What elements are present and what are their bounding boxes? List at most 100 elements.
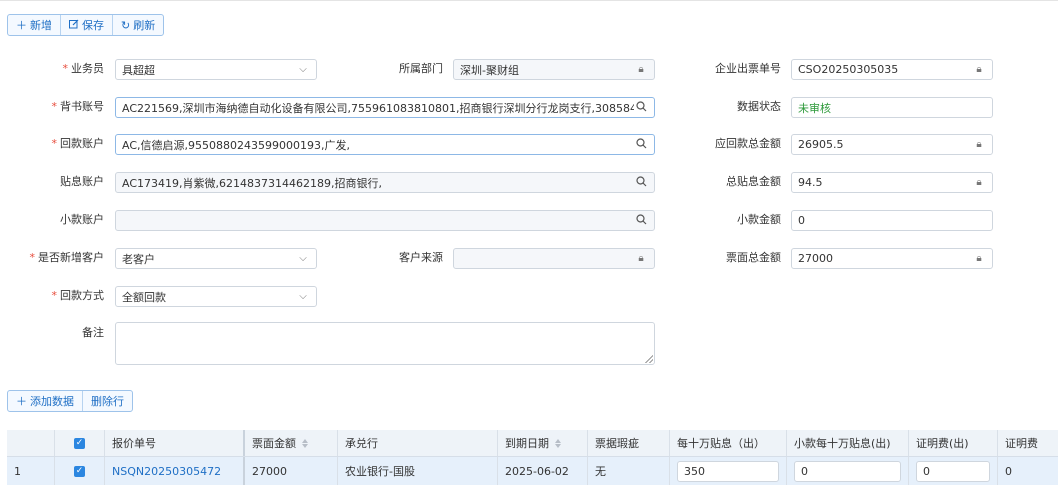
col-header-acceptor[interactable]: 承兑行 <box>338 430 498 456</box>
table-row[interactable]: 1 ✓ NSQN20250305472 27000 农业银行-国股 2025-0… <box>7 457 1058 485</box>
col-header-due-date[interactable]: 到期日期 <box>498 430 588 456</box>
receivable-total-label: 应回款总金额 <box>715 137 781 150</box>
remark-label: 备注 <box>82 326 104 339</box>
col-header-quote-no[interactable]: 报价单号 <box>105 430 245 456</box>
return-account-label: * 回款账户 <box>51 137 105 150</box>
new-customer-select[interactable]: 老客户 ⌵ <box>115 248 317 269</box>
total-discount-value: 94.5 <box>798 176 823 189</box>
customer-source-label: 客户来源 <box>399 251 443 264</box>
salesman-value: 具超超 <box>122 63 155 77</box>
remark-textarea[interactable] <box>115 322 655 365</box>
discount-account-label: 贴息账户 <box>60 175 104 188</box>
invoice-no-field: CSO20250305035 🔒︎ <box>791 59 993 80</box>
total-discount-field: 94.5 🔒︎ <box>791 172 993 193</box>
new-customer-value: 老客户 <box>122 252 155 266</box>
endorse-account-value: AC221569,深圳市海纳德自动化设备有限公司,755961083810801… <box>122 101 634 115</box>
add-data-button[interactable]: ＋ 添加数据 <box>8 391 83 411</box>
endorse-account-field[interactable]: AC221569,深圳市海纳德自动化设备有限公司,755961083810801… <box>115 97 655 118</box>
lock-icon: 🔒︎ <box>638 253 644 264</box>
add-button[interactable]: ＋ 新增 <box>8 15 61 35</box>
col-header-cert-fee-out[interactable]: 证明费(出) <box>909 430 998 456</box>
delete-row-button-label: 删除行 <box>91 395 124 408</box>
save-button-label: 保存 <box>82 19 104 32</box>
col-header-small-discount-per-100k[interactable]: 小款每十万贴息(出) <box>787 430 909 456</box>
plus-icon: ＋ <box>16 19 27 32</box>
total-discount-label: 总贴息金额 <box>726 175 781 188</box>
quote-grid: ✓ 报价单号 票面金额 承兑行 到期日期 票据瑕疵 每十万贴息（出） 小款每十万… <box>7 430 1058 485</box>
sort-icon[interactable] <box>555 438 561 448</box>
lock-icon: 🔒︎ <box>976 64 982 75</box>
discount-account-field[interactable]: AC173419,肖紫微,6214837314462189,招商银行, <box>115 172 655 193</box>
grid-toolbar: ＋ 添加数据 删除行 <box>7 390 133 412</box>
small-amount-value: 0 <box>798 214 805 227</box>
index-header <box>7 430 55 456</box>
small-account-field[interactable] <box>115 210 655 231</box>
row-checkbox[interactable]: ✓ <box>55 457 105 485</box>
return-account-field[interactable]: AC,信德启源,9550880243599000193,广发, <box>115 134 655 155</box>
due-date-cell: 2025-06-02 <box>498 457 588 485</box>
search-icon[interactable] <box>634 137 648 152</box>
discount-per-100k-cell: 350 <box>670 457 787 485</box>
sort-icon[interactable] <box>302 438 308 448</box>
refresh-icon: ↻ <box>121 18 131 32</box>
plus-icon: ＋ <box>16 395 27 408</box>
face-amount-cell: 27000 <box>245 457 338 485</box>
resize-handle-icon[interactable] <box>645 355 653 363</box>
endorse-account-label: * 背书账号 <box>51 100 105 113</box>
col-header-face-amount[interactable]: 票面金额 <box>245 430 338 456</box>
small-account-label: 小款账户 <box>60 213 104 226</box>
return-account-value: AC,信德启源,9550880243599000193,广发, <box>122 138 350 152</box>
face-total-value: 27000 <box>798 252 833 265</box>
row-index: 1 <box>7 457 55 485</box>
salesman-select[interactable]: 具超超 ⌵ <box>115 59 317 80</box>
search-icon[interactable] <box>634 100 648 115</box>
dept-value: 深圳-聚财组 <box>460 63 519 77</box>
new-customer-label: * 是否新增客户 <box>29 251 105 264</box>
lock-icon: 🔒︎ <box>976 139 982 150</box>
grid-header: ✓ 报价单号 票面金额 承兑行 到期日期 票据瑕疵 每十万贴息（出） 小款每十万… <box>7 430 1058 457</box>
invoice-no-label: 企业出票单号 <box>715 62 781 75</box>
small-amount-field[interactable]: 0 <box>791 210 993 231</box>
col-header-defect[interactable]: 票据瑕疵 <box>588 430 670 456</box>
face-total-field: 27000 🔒︎ <box>791 248 993 269</box>
discount-per-100k-input[interactable]: 350 <box>677 460 779 482</box>
select-all-checkbox[interactable]: ✓ <box>55 430 105 456</box>
lock-icon: 🔒︎ <box>976 177 982 188</box>
chevron-down-icon: ⌵ <box>299 291 307 302</box>
face-total-label: 票面总金额 <box>726 251 781 264</box>
dept-field: 深圳-聚财组 🔒︎ <box>453 59 655 80</box>
col-header-discount-per-100k[interactable]: 每十万贴息（出） <box>670 430 787 456</box>
data-status-value: 未审核 <box>798 101 831 115</box>
discount-account-value: AC173419,肖紫微,6214837314462189,招商银行, <box>122 176 382 190</box>
lock-icon: 🔒︎ <box>638 64 644 75</box>
search-icon[interactable] <box>634 213 648 228</box>
save-button[interactable]: 保存 <box>61 15 113 35</box>
cert-fee-out-input[interactable]: 0 <box>916 460 990 482</box>
dept-label: 所属部门 <box>399 62 443 75</box>
return-method-select[interactable]: 全额回款 ⌵ <box>115 286 317 307</box>
small-discount-per-100k-cell: 0 <box>787 457 909 485</box>
refresh-button[interactable]: ↻ 刷新 <box>113 15 163 35</box>
small-amount-label: 小款金额 <box>737 213 781 226</box>
top-divider <box>0 0 1058 1</box>
main-toolbar: ＋ 新增 保存 ↻ 刷新 <box>7 14 165 36</box>
col-header-cert-fee[interactable]: 证明费 <box>998 430 1058 456</box>
delete-row-button[interactable]: 删除行 <box>83 391 132 411</box>
customer-source-field: 🔒︎ <box>453 248 655 269</box>
receivable-total-value: 26905.5 <box>798 138 844 151</box>
check-icon: ✓ <box>74 437 85 449</box>
cert-fee-out-cell: 0 <box>909 457 998 485</box>
receivable-total-field: 26905.5 🔒︎ <box>791 134 993 155</box>
acceptor-cell: 农业银行-国股 <box>338 457 498 485</box>
add-data-button-label: 添加数据 <box>30 395 74 408</box>
lock-icon: 🔒︎ <box>976 253 982 264</box>
small-discount-per-100k-input[interactable]: 0 <box>794 460 901 482</box>
quote-no-link[interactable]: NSQN20250305472 <box>105 457 245 485</box>
check-icon: ✓ <box>74 465 85 477</box>
defect-cell: 无 <box>588 457 670 485</box>
refresh-button-label: 刷新 <box>133 19 156 32</box>
data-status-field: 未审核 <box>791 97 993 118</box>
cert-fee-cell: 0 <box>1005 464 1012 478</box>
chevron-down-icon: ⌵ <box>299 64 307 75</box>
search-icon[interactable] <box>634 175 648 190</box>
